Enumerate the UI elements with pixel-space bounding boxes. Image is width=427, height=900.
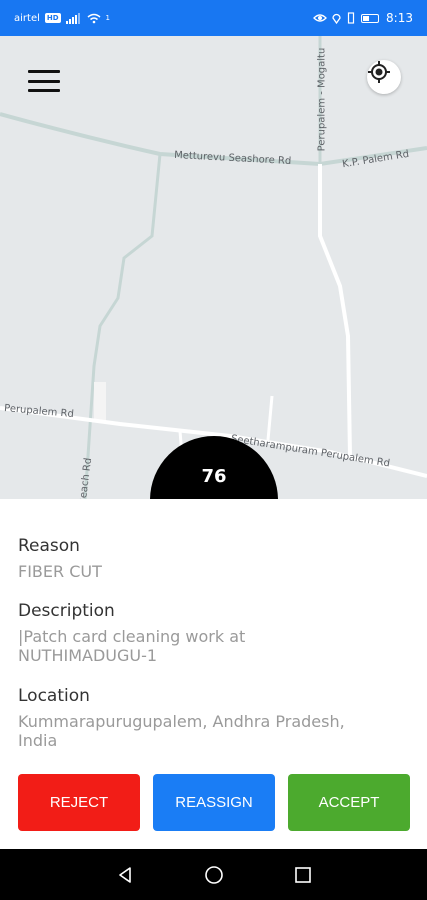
location-label: Location: [18, 686, 90, 706]
count-value: 76: [201, 466, 227, 487]
reject-button[interactable]: REJECT: [18, 774, 140, 831]
status-bar: airtel HD 1 8:13: [0, 0, 427, 36]
hamburger-line: [28, 70, 60, 73]
home-button[interactable]: [202, 863, 226, 887]
description-line: |Patch card cleaning work at: [18, 627, 246, 646]
home-circle-icon: [204, 865, 223, 884]
reassign-button[interactable]: REASSIGN: [153, 774, 275, 831]
navigation-bar: [0, 849, 427, 900]
reason-field: Reason FIBER CUT: [18, 536, 408, 581]
description-value: |Patch card cleaning work at NUTHIMADUGU…: [18, 627, 408, 665]
status-left: airtel HD 1: [14, 12, 111, 24]
back-button[interactable]: [113, 863, 137, 887]
description-field: Description |Patch card cleaning work at…: [18, 601, 408, 665]
recents-square-icon: [294, 866, 311, 883]
action-buttons: REJECT REASSIGN ACCEPT: [18, 774, 410, 831]
signal-superscript: 1: [105, 14, 111, 22]
signal-icon: [65, 12, 80, 24]
battery-icon: [361, 13, 380, 23]
details-panel: Reason FIBER CUT Description |Patch card…: [0, 499, 427, 849]
description-line: NUTHIMADUGU-1: [18, 646, 158, 665]
reason-label: Reason: [18, 536, 80, 556]
location-value: Kummarapurugupalem, Andhra Pradesh, Indi…: [18, 712, 408, 750]
menu-button[interactable]: [22, 66, 66, 96]
accept-button[interactable]: ACCEPT: [288, 774, 410, 831]
recents-button[interactable]: [291, 863, 315, 887]
map-roads: [0, 36, 427, 499]
back-triangle-icon: [118, 866, 131, 883]
location-line: India: [18, 731, 58, 750]
my-location-button[interactable]: [367, 60, 401, 94]
hamburger-line: [28, 79, 60, 83]
reason-value: FIBER CUT: [18, 562, 102, 581]
vibrate-icon: [347, 12, 355, 24]
location-field: Location Kummarapurugupalem, Andhra Prad…: [18, 686, 408, 750]
hamburger-line: [28, 89, 60, 92]
network-badge: HD: [44, 13, 61, 23]
wifi-icon: [87, 13, 101, 23]
road-label-perupalem-mogaltu: Perupalem - Mogaltu: [316, 47, 328, 152]
location-line: Kummarapurugupalem, Andhra Pradesh,: [18, 712, 345, 731]
clock: 8:13: [386, 11, 413, 25]
map-view[interactable]: Metturevu Seashore Rd K.P. Palem Rd Peru…: [0, 36, 427, 499]
eye-icon: [313, 14, 327, 22]
description-label: Description: [18, 601, 115, 621]
carrier-label: airtel: [14, 12, 40, 24]
status-right: 8:13: [313, 11, 413, 25]
location-pin-icon: [332, 13, 341, 24]
crosshair-icon: [368, 61, 390, 83]
